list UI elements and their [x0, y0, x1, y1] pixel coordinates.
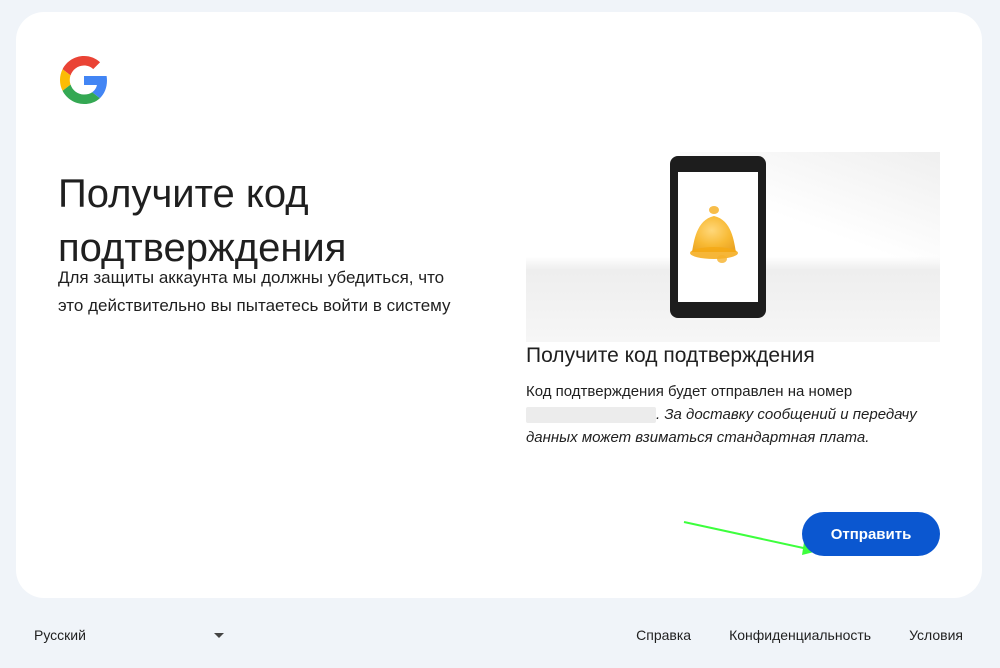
verification-text: Код подтверждения будет отправлен на ном… — [526, 383, 853, 400]
signin-card: Получите код подтверждения Для защиты ак… — [16, 12, 982, 598]
help-link[interactable]: Справка — [636, 627, 691, 643]
dropdown-caret-icon — [214, 632, 224, 638]
page-title: Получите код подтверждения — [58, 171, 347, 270]
phone-icon — [670, 156, 766, 318]
page-description: Для защиты аккаунта мы должны убедиться,… — [58, 268, 451, 315]
phone-screen — [678, 172, 758, 302]
verification-title: Получите код подтверждения — [526, 344, 815, 367]
privacy-link[interactable]: Конфиденциальность — [729, 627, 871, 643]
footer-links: Справка Конфиденциальность Условия — [636, 622, 963, 648]
annotation-arrow — [683, 521, 818, 555]
phone-bell-illustration — [526, 152, 940, 342]
masked-phone-number — [526, 407, 656, 424]
google-logo-icon — [60, 56, 107, 104]
send-button[interactable]: Отправить — [802, 512, 940, 556]
language-select[interactable]: Русский — [34, 622, 228, 648]
verification-body: Код подтверждения будет отправлен на ном… — [526, 380, 946, 449]
language-label: Русский — [34, 627, 86, 643]
footer: Русский Справка Конфиденциальность Услов… — [0, 622, 1000, 650]
terms-link[interactable]: Условия — [909, 627, 963, 643]
bell-icon — [690, 206, 738, 263]
